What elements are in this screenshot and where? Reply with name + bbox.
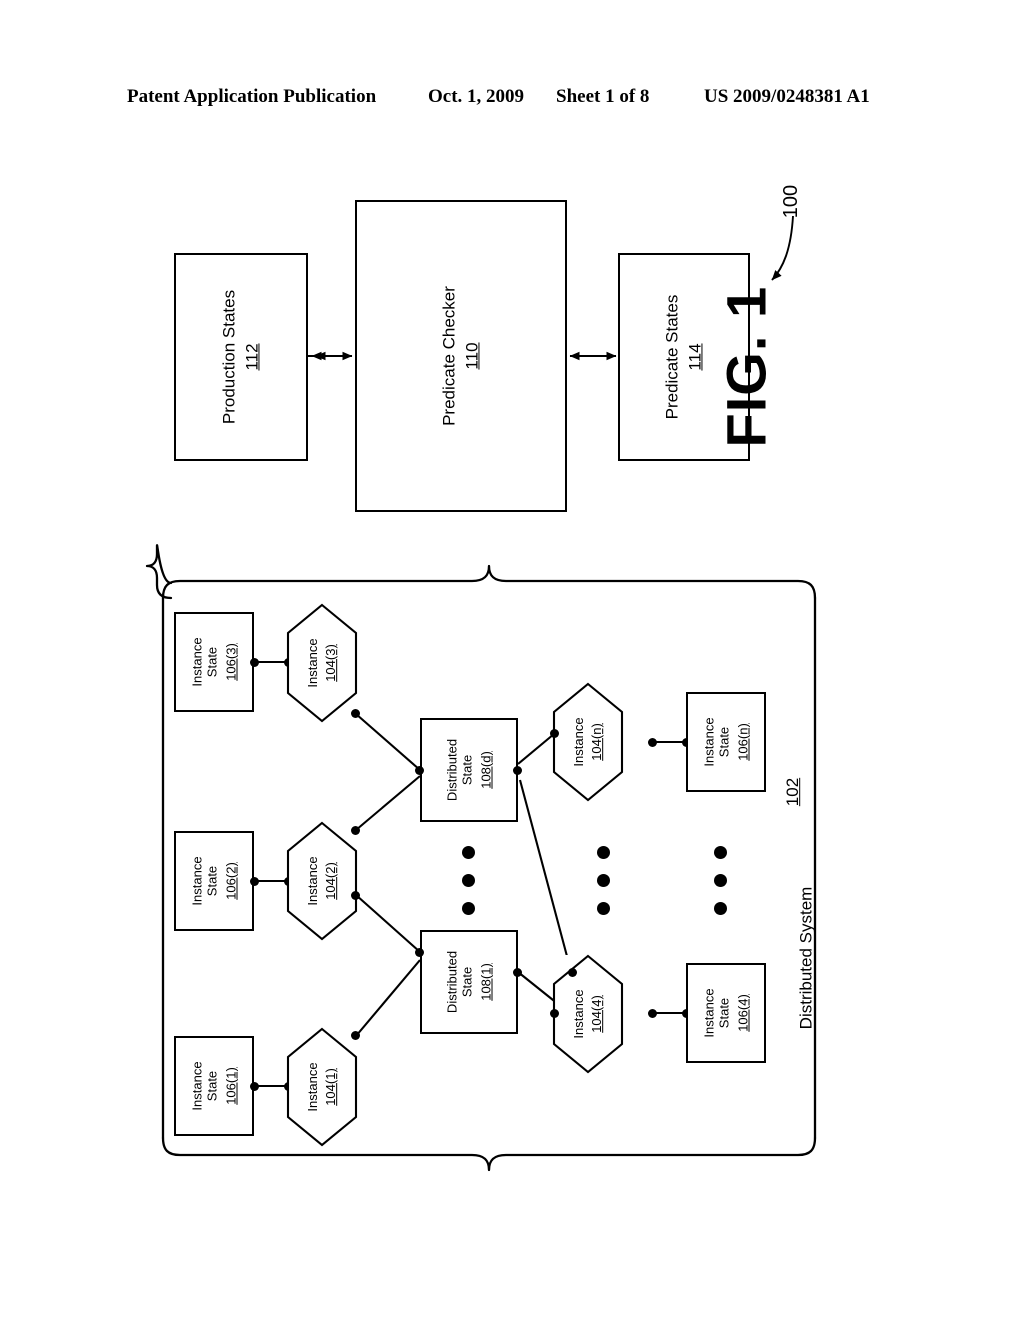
instance-hexagon-104-3[interactable]: Instance 104(3)	[286, 603, 358, 723]
connector-dot	[415, 948, 424, 957]
predicate-checker-box[interactable]: Predicate Checker 110	[355, 200, 567, 512]
connector-dot	[351, 826, 360, 835]
instance-state-box-106-4[interactable]: Instance State 106(4)	[686, 963, 766, 1063]
connector-dot	[351, 1031, 360, 1040]
system-reference-100: 100	[780, 184, 803, 219]
instance-state-box-106-3[interactable]: Instance State 106(3)	[174, 612, 254, 712]
ellipsis-dot	[597, 902, 610, 915]
ellipsis-dot	[714, 846, 727, 859]
instance-state-box-106-n[interactable]: Instance State 106(n)	[686, 692, 766, 792]
connector-dot	[550, 729, 559, 738]
instance-label-104-3: Instance 104(3)	[305, 638, 339, 688]
diagram-connectors	[145, 215, 817, 1172]
ellipsis-dot	[714, 874, 727, 887]
connector-dot	[415, 766, 424, 775]
instance-label-104-1: Instance 104(1)	[305, 1062, 339, 1112]
connector-dot	[513, 968, 522, 977]
instance-state-label-106-1: Instance State 106(1)	[189, 1061, 239, 1111]
ellipsis-dot	[714, 902, 727, 915]
connector-dot	[250, 877, 259, 886]
connector-dot	[568, 968, 577, 977]
instance-hexagon-104-4[interactable]: Instance 104(4)	[552, 954, 624, 1074]
ellipsis-dot	[597, 846, 610, 859]
instance-label-104-4: Instance 104(4)	[571, 989, 605, 1039]
connector-dot	[250, 658, 259, 667]
ellipsis-dot	[462, 902, 475, 915]
production-states-box[interactable]: Production States 112	[174, 253, 308, 461]
connector-dot	[250, 1082, 259, 1091]
distributed-state-box-108-1[interactable]: Distributed State 108(1)	[420, 930, 518, 1034]
header-patent-number: US 2009/0248381 A1	[704, 86, 870, 107]
connector-dot	[351, 891, 360, 900]
instance-label-104-n: Instance 104(n)	[571, 717, 605, 767]
instance-hexagon-104-1[interactable]: Instance 104(1)	[286, 1027, 358, 1147]
header-sheet: Sheet 1 of 8	[556, 86, 650, 107]
distributed-state-label-108-1: Distributed State 108(1)	[444, 950, 494, 1014]
header-date: Oct. 1, 2009	[428, 86, 525, 107]
connector-dot	[513, 766, 522, 775]
connector-dot	[351, 709, 360, 718]
header-publication: Patent Application Publication	[127, 86, 377, 107]
distributed-state-label-108-d: Distributed State 108(d)	[444, 738, 494, 802]
ellipsis-dot	[462, 846, 475, 859]
instance-label-104-2: Instance 104(2)	[305, 856, 339, 906]
connector-dot	[648, 738, 657, 747]
distributed-system-reference-102: 102	[783, 777, 803, 807]
connector-dot	[550, 1009, 559, 1018]
ellipsis-dot	[597, 874, 610, 887]
instance-state-label-106-3: Instance State 106(3)	[189, 637, 239, 687]
production-states-label: Production States 112	[219, 289, 262, 425]
predicate-checker-label: Predicate Checker 110	[439, 286, 482, 426]
instance-state-box-106-2[interactable]: Instance State 106(2)	[174, 831, 254, 931]
instance-state-label-106-n: Instance State 106(n)	[701, 717, 751, 767]
instance-state-box-106-1[interactable]: Instance State 106(1)	[174, 1036, 254, 1136]
predicate-states-label: Predicate States 114	[662, 294, 705, 420]
page-header: Patent Application Publication Oct. 1, 2…	[0, 86, 1024, 112]
instance-hexagon-104-n[interactable]: Instance 104(n)	[552, 682, 624, 802]
instance-state-label-106-2: Instance State 106(2)	[189, 856, 239, 906]
figure-label: FIG. 1	[714, 285, 778, 448]
distributed-state-box-108-d[interactable]: Distributed State 108(d)	[420, 718, 518, 822]
ellipsis-dot	[462, 874, 475, 887]
instance-hexagon-104-2[interactable]: Instance 104(2)	[286, 821, 358, 941]
distributed-system-label: Distributed System	[796, 886, 816, 1030]
instance-state-label-106-4: Instance State 106(4)	[701, 988, 751, 1038]
connector-dot	[648, 1009, 657, 1018]
